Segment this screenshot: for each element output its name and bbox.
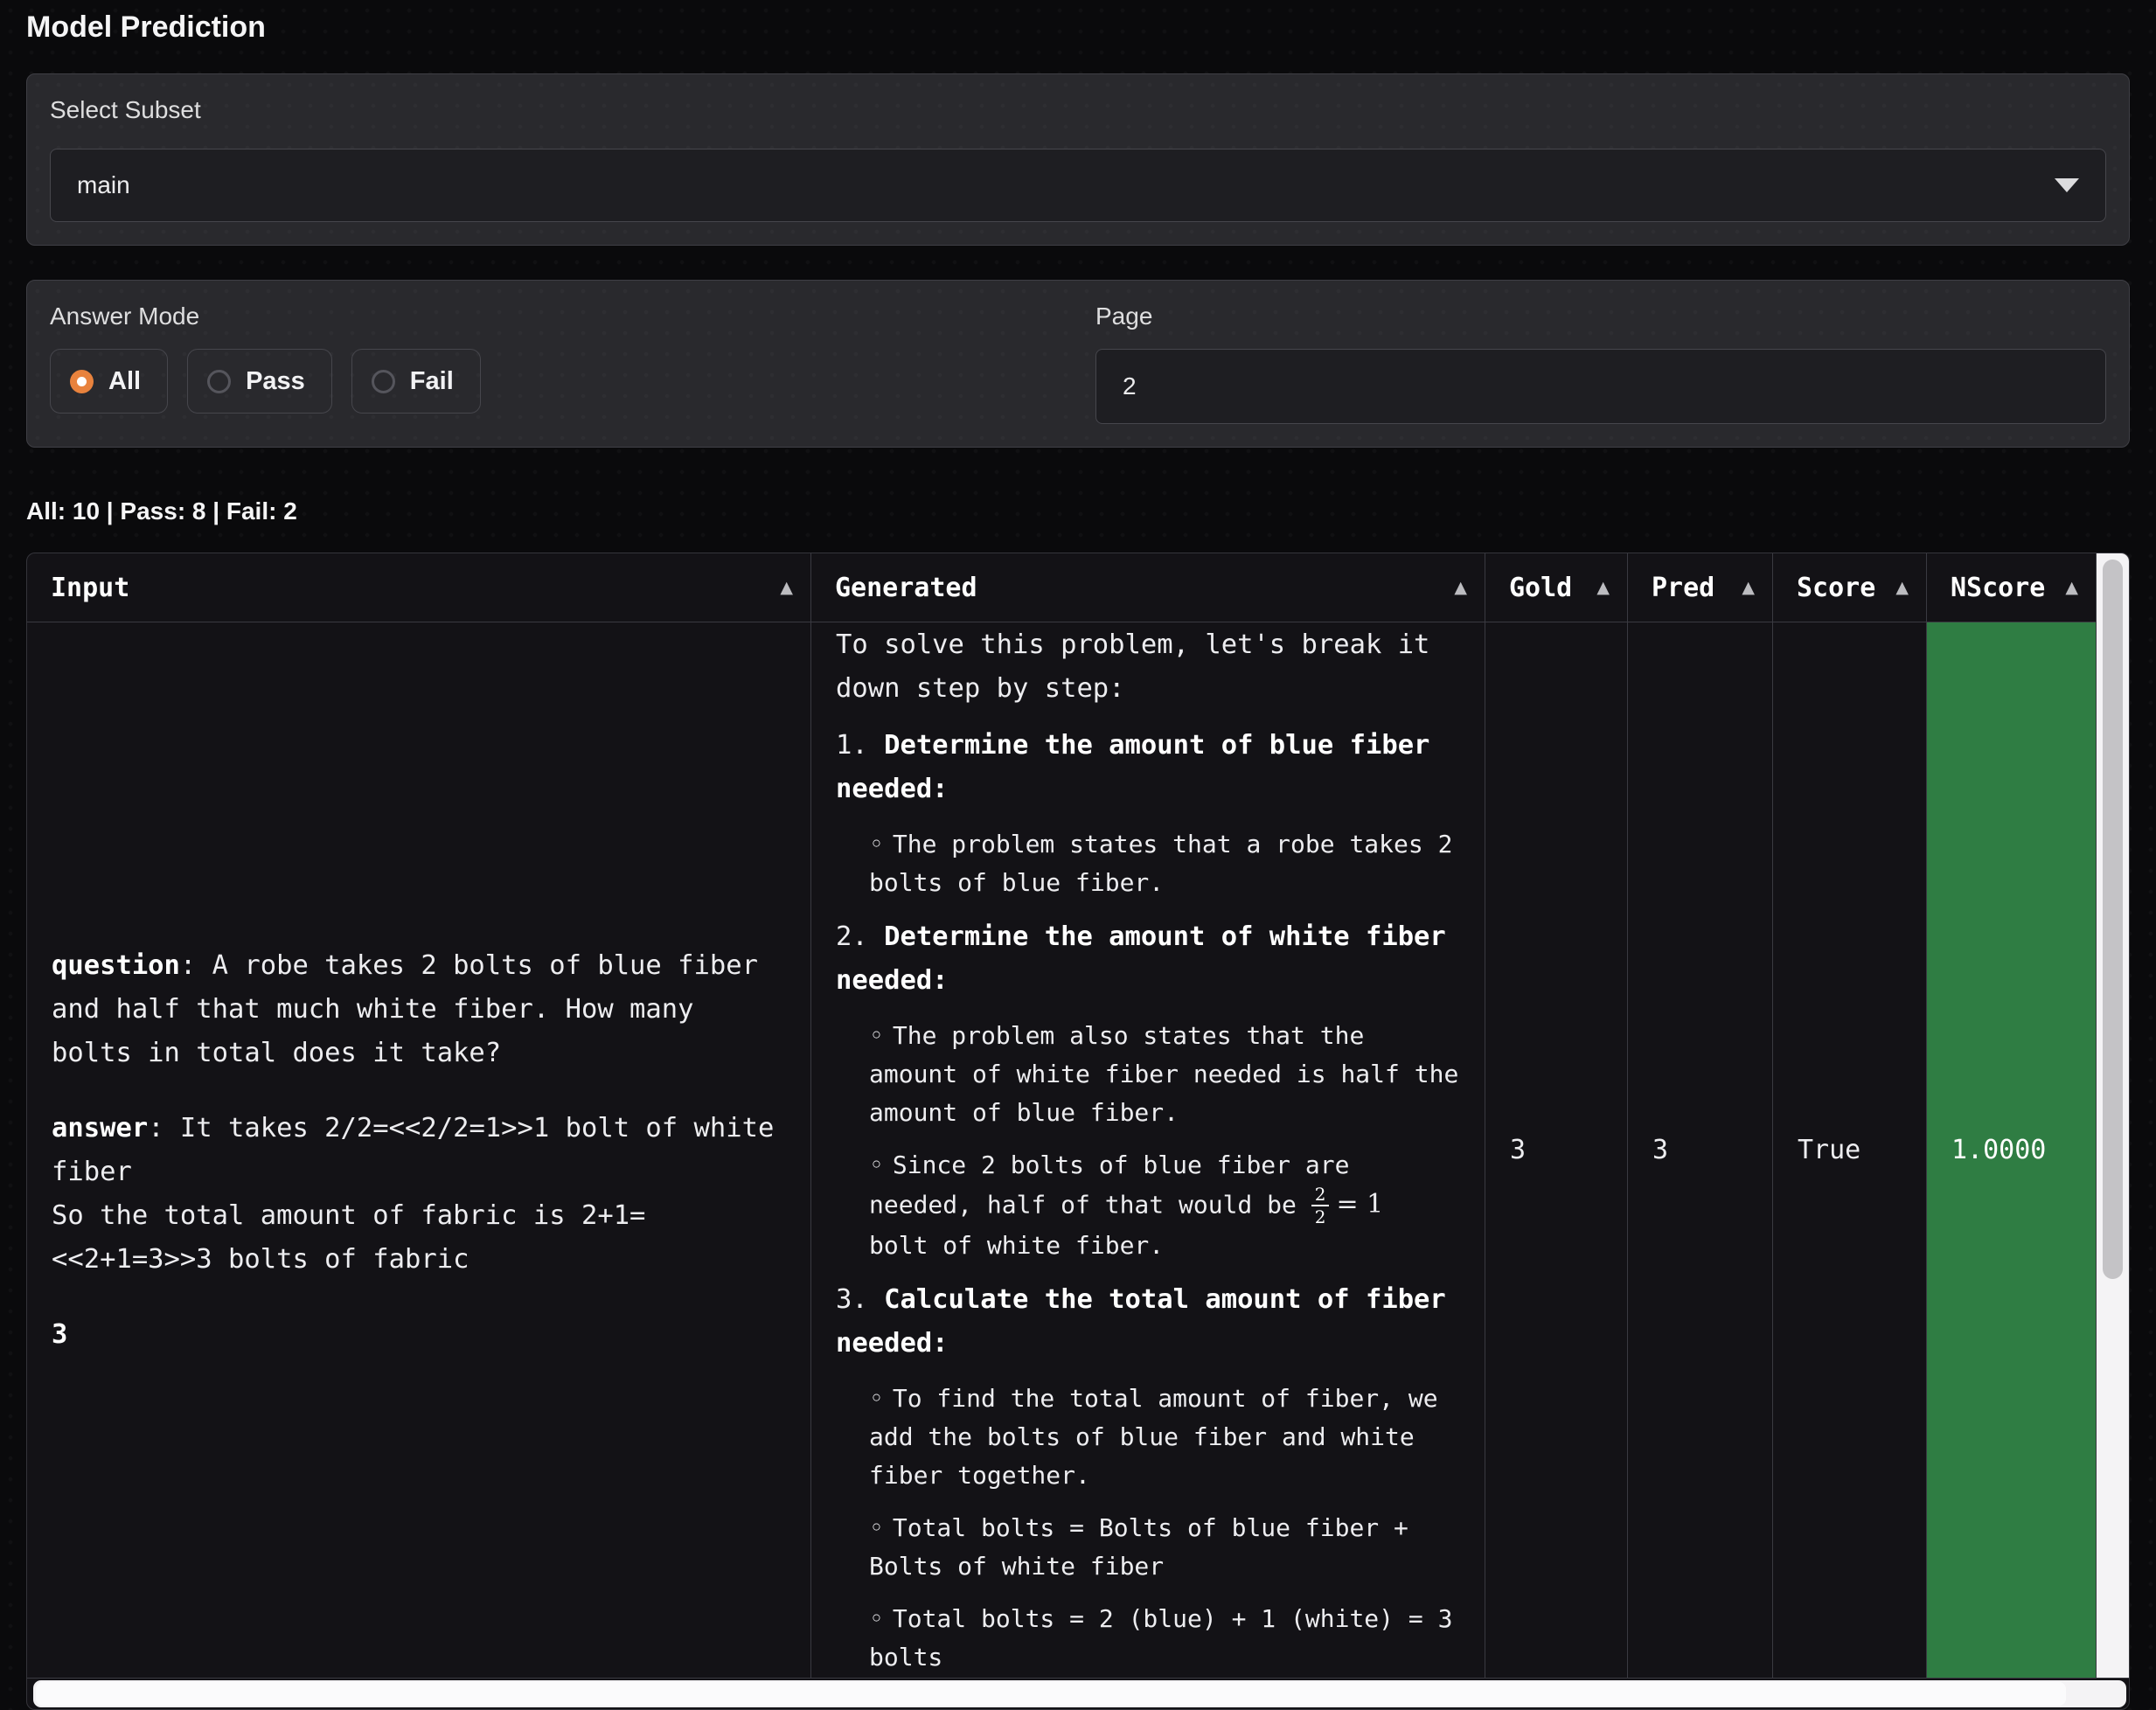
answer-mode-group: Answer Mode All Pass Fail (50, 303, 1061, 424)
bullet-marker-icon: ◦ (869, 1604, 884, 1633)
subset-dropdown-value: main (77, 171, 130, 199)
radio-option-label: Pass (246, 367, 305, 396)
filter-panel: Answer Mode All Pass Fail Page (26, 280, 2130, 448)
bullet-marker-icon: ◦ (869, 1150, 884, 1179)
generated-intro: To solve this problem, let's break it do… (836, 623, 1462, 711)
vertical-scrollbar-thumb[interactable] (2103, 560, 2123, 1279)
vertical-scrollbar[interactable] (2097, 553, 2129, 1678)
column-header-score[interactable]: Score ▲ (1773, 553, 1927, 622)
horizontal-scrollbar-thumb[interactable] (36, 1682, 2066, 1706)
generated-step-title: 2. Determine the amount of white fiber n… (836, 915, 1462, 1003)
sort-asc-icon: ▲ (1742, 578, 1755, 597)
radio-icon (70, 370, 94, 393)
dropdown-arrow-icon (2055, 178, 2079, 192)
generated-bullet: ◦Total bolts = Bolts of blue fiber + Bol… (836, 1509, 1462, 1586)
generated-step-title: 1. Determine the amount of blue fiber ne… (836, 724, 1462, 811)
cell-nscore: 1.0000 (1927, 622, 2097, 1678)
column-header-generated[interactable]: Generated ▲ (811, 553, 1485, 622)
results-table-grid: Input ▲ Generated ▲ Gold ▲ Pred ▲ Score … (27, 553, 2129, 1679)
bullet-marker-icon: ◦ (869, 1513, 884, 1542)
page-input[interactable] (1095, 349, 2106, 424)
bullet-marker-icon: ◦ (869, 830, 884, 858)
cell-pred: 3 (1628, 622, 1773, 1678)
answer-mode-option-pass[interactable]: Pass (187, 349, 332, 414)
column-header-input[interactable]: Input ▲ (27, 553, 811, 622)
page-label: Page (1095, 303, 2106, 330)
generated-cell-content: To solve this problem, let's break it do… (836, 623, 1462, 1678)
page: Model Prediction Select Subset main Answ… (0, 0, 2156, 1710)
generated-bullet: ◦To find the total amount of fiber, we a… (836, 1380, 1462, 1495)
answer-mode-option-all[interactable]: All (50, 349, 168, 414)
bullet-marker-icon: ◦ (869, 1021, 884, 1050)
page-title: Model Prediction (26, 10, 2130, 44)
math-equals: = 1 (1329, 1189, 1390, 1220)
sort-asc-icon: ▲ (780, 578, 793, 597)
input-text-block: 3 (52, 1313, 788, 1357)
sort-asc-icon: ▲ (1895, 578, 1909, 597)
sort-asc-icon: ▲ (2065, 578, 2078, 597)
sort-asc-icon: ▲ (1454, 578, 1467, 597)
stats-line: All: 10 | Pass: 8 | Fail: 2 (26, 497, 2130, 526)
generated-step-title: 3. Calculate the total amount of fiber n… (836, 1278, 1462, 1366)
cell-gold: 3 (1485, 622, 1628, 1678)
answer-mode-options: All Pass Fail (50, 349, 1061, 414)
column-header-nscore[interactable]: NScore ▲ (1927, 553, 2097, 622)
bullet-marker-icon: ◦ (869, 1384, 884, 1413)
subset-label: Select Subset (50, 97, 2106, 123)
cell-score: True (1773, 622, 1927, 1678)
generated-bullet: ◦The problem also states that the amount… (836, 1017, 1462, 1132)
generated-bullet: ◦Since 2 bolts of blue fiber are needed,… (836, 1146, 1462, 1266)
radio-option-label: All (108, 367, 141, 396)
input-text-block: question: A robe takes 2 bolts of blue f… (52, 944, 788, 1075)
radio-icon (207, 370, 231, 393)
subset-panel: Select Subset main (26, 73, 2130, 246)
input-text-block: answer: It takes 2/2=<<2/2=1>>1 bolt of … (52, 1107, 788, 1282)
answer-mode-label: Answer Mode (50, 303, 1061, 330)
page-group: Page (1095, 303, 2106, 424)
input-cell-content: question: A robe takes 2 bolts of blue f… (52, 944, 788, 1357)
cell-input: question: A robe takes 2 bolts of blue f… (27, 622, 811, 1678)
results-table: Input ▲ Generated ▲ Gold ▲ Pred ▲ Score … (26, 553, 2130, 1710)
generated-bullet: ◦Total bolts = 2 (blue) + 1 (white) = 3 … (836, 1600, 1462, 1677)
generated-bullet: ◦The problem states that a robe takes 2 … (836, 825, 1462, 902)
math-fraction: 22 (1311, 1185, 1330, 1227)
radio-option-label: Fail (410, 367, 454, 396)
subset-dropdown[interactable]: main (50, 149, 2106, 222)
horizontal-scrollbar[interactable] (33, 1680, 2126, 1707)
radio-icon (372, 370, 395, 393)
column-header-pred[interactable]: Pred ▲ (1628, 553, 1773, 622)
column-header-gold[interactable]: Gold ▲ (1485, 553, 1628, 622)
sort-asc-icon: ▲ (1596, 578, 1610, 597)
answer-mode-option-fail[interactable]: Fail (351, 349, 481, 414)
cell-generated: To solve this problem, let's break it do… (811, 622, 1485, 1678)
